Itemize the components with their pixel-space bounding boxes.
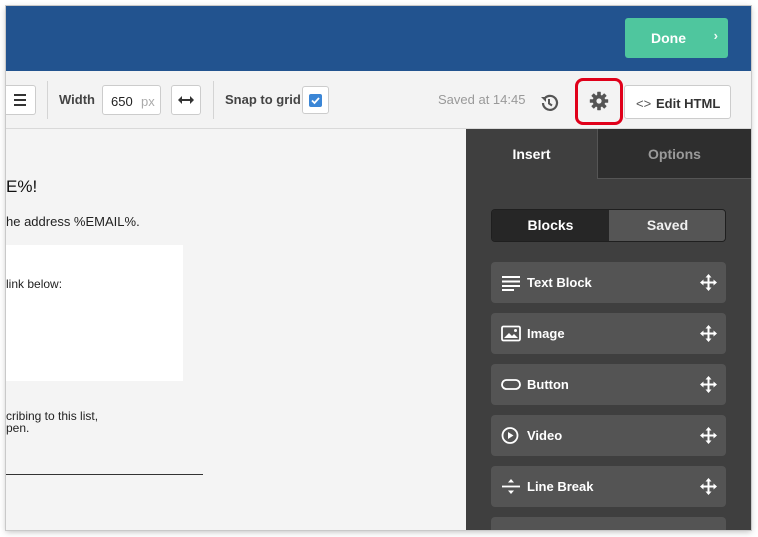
- blocks-saved-toggle: Blocks Saved: [491, 209, 726, 242]
- editor-window: Done › Width 650 px Snap to grid Saved a…: [6, 6, 751, 530]
- width-value: 650: [111, 94, 133, 109]
- width-label: Width: [59, 92, 95, 107]
- toolbar-divider: [213, 81, 214, 119]
- toolbar-divider: [47, 81, 48, 119]
- tab-insert[interactable]: Insert: [466, 129, 597, 179]
- expand-width-button[interactable]: [171, 85, 201, 115]
- checkbox-checked-indicator: [309, 94, 322, 107]
- block-label: Text Block: [527, 275, 592, 290]
- move-handle-icon[interactable]: [700, 427, 717, 444]
- move-handle-icon[interactable]: [700, 325, 717, 342]
- text-block[interactable]: [6, 245, 183, 381]
- tab-options[interactable]: Options: [597, 129, 751, 179]
- block-label: Line Break: [527, 479, 594, 494]
- block-label: Button: [527, 377, 569, 392]
- segment-blocks[interactable]: Blocks: [492, 210, 609, 241]
- toolbar: Width 650 px Snap to grid Saved at 14:45: [6, 71, 751, 129]
- button-pill-icon: [501, 379, 521, 390]
- move-handle-icon[interactable]: [700, 478, 717, 495]
- line-break-divider: [6, 474, 203, 475]
- align-button[interactable]: [6, 85, 36, 115]
- block-video[interactable]: Video: [491, 415, 726, 456]
- block-text[interactable]: Text Block: [491, 262, 726, 303]
- email-heading[interactable]: E%!: [6, 177, 37, 197]
- code-icon: <>: [636, 96, 652, 111]
- top-header: Done ›: [6, 6, 751, 71]
- block-image[interactable]: Image: [491, 313, 726, 354]
- divider-icon: [502, 479, 520, 494]
- settings-button[interactable]: [575, 78, 623, 125]
- image-icon: [501, 325, 521, 342]
- link-instruction[interactable]: link below:: [6, 277, 62, 291]
- subscribe-line[interactable]: pen.: [6, 421, 29, 435]
- chevron-right-icon: ›: [713, 28, 718, 43]
- expand-horizontal-icon: [178, 96, 194, 104]
- done-label: Done: [651, 30, 686, 46]
- edit-html-label: Edit HTML: [656, 96, 721, 111]
- gear-icon: [589, 91, 609, 111]
- width-unit: px: [141, 94, 155, 109]
- done-button[interactable]: Done ›: [625, 18, 728, 58]
- segment-saved[interactable]: Saved: [609, 210, 725, 241]
- edit-html-button[interactable]: <> Edit HTML: [624, 85, 731, 119]
- history-icon[interactable]: [538, 92, 560, 114]
- width-input[interactable]: 650 px: [102, 85, 161, 115]
- block-partial[interactable]: [491, 517, 726, 530]
- email-address-line[interactable]: he address %EMAIL%.: [6, 214, 140, 229]
- move-handle-icon[interactable]: [700, 376, 717, 393]
- text-lines-icon: [502, 276, 520, 291]
- email-canvas[interactable]: E%! he address %EMAIL%. link below: crib…: [6, 129, 466, 530]
- block-label: Video: [527, 428, 563, 443]
- snap-label: Snap to grid: [225, 92, 301, 107]
- snap-to-grid-checkbox[interactable]: [302, 86, 329, 114]
- block-button[interactable]: Button: [491, 364, 726, 405]
- insert-panel: Insert Options Blocks Saved Text Block I…: [466, 129, 751, 530]
- play-circle-icon: [501, 427, 519, 444]
- block-label: Image: [527, 326, 565, 341]
- saved-status: Saved at 14:45: [438, 92, 526, 107]
- block-line-break[interactable]: Line Break: [491, 466, 726, 507]
- move-handle-icon[interactable]: [700, 274, 717, 291]
- checkmark-icon: [311, 97, 320, 105]
